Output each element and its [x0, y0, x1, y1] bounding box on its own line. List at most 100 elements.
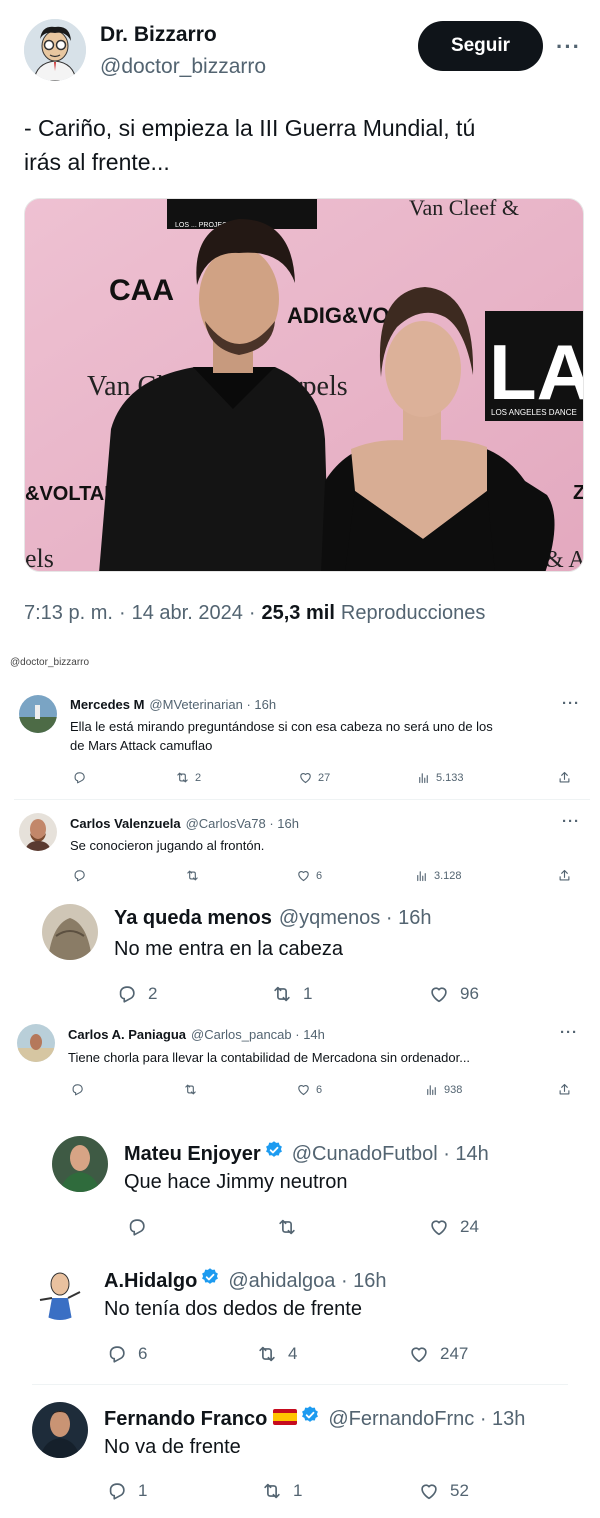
divider	[32, 1384, 568, 1385]
retweet-button[interactable]	[276, 1216, 298, 1238]
like-count: 6	[316, 1083, 323, 1096]
backdrop-lad: LAD	[489, 328, 584, 416]
reply-button[interactable]: 1	[106, 1480, 147, 1502]
reply-icon	[126, 1216, 148, 1238]
cartoon-doctor-avatar-image	[24, 19, 86, 81]
reply-text: Que hace Jimmy neutron	[124, 1171, 348, 1193]
reply-author-handle[interactable]: @MVeterinarian · 16h	[149, 697, 276, 712]
retweet-button[interactable]	[183, 1082, 198, 1097]
like-button[interactable]: 6	[296, 1082, 322, 1097]
reply-author-name[interactable]: Mercedes M	[70, 697, 144, 712]
reply-icon	[116, 983, 138, 1005]
share-button[interactable]	[557, 868, 572, 883]
reply-text: de Mars Attack camuflao	[70, 738, 213, 753]
reply-author-name[interactable]: Ya queda menos	[114, 907, 272, 930]
retweet-button[interactable]: 1	[271, 983, 312, 1005]
retweet-button[interactable]: 2	[175, 770, 201, 785]
meta-separator: ·	[248, 602, 256, 624]
reply-text: No me entra en la cabeza	[114, 938, 344, 960]
divider	[14, 799, 590, 800]
author-name[interactable]: Dr. Bizzarro	[100, 23, 217, 47]
more-options-icon[interactable]: ···	[562, 813, 580, 830]
like-count: 6	[316, 869, 323, 882]
reply-button[interactable]: 2	[116, 983, 157, 1005]
more-options-icon[interactable]: ···	[556, 34, 581, 60]
reply-author-handle[interactable]: @Carlos_pancab · 14h	[191, 1027, 325, 1042]
cartoon-avatar-image	[32, 1264, 88, 1320]
reply-author-handle[interactable]: @yqmenos · 16h	[279, 907, 432, 930]
heart-icon	[408, 1343, 430, 1365]
heart-icon	[418, 1480, 440, 1502]
like-count: 27	[318, 771, 331, 784]
retweet-button[interactable]: 4	[256, 1343, 297, 1365]
reply-text: No tenía dos dedos de frente	[104, 1298, 362, 1320]
retweet-count: 1	[303, 984, 313, 1003]
reply-avatar[interactable]	[52, 1136, 108, 1192]
author-avatar[interactable]	[24, 19, 86, 81]
heart-icon	[296, 1082, 311, 1097]
views-count: 25,3 mil	[261, 602, 335, 624]
retweet-button[interactable]	[185, 868, 200, 883]
reply-avatar[interactable]	[19, 695, 57, 733]
reply-count: 6	[138, 1344, 148, 1363]
views-count: 938	[444, 1083, 463, 1096]
reply-count: 2	[148, 984, 158, 1003]
like-button[interactable]: 6	[296, 868, 322, 883]
reply-author-handle[interactable]: @FernandoFrnc · 13h	[328, 1408, 525, 1431]
tweet-photo[interactable]: LOS ... PROJECT Van Cleef & CAA ADIG&VO …	[24, 198, 584, 572]
reply-avatar[interactable]	[32, 1264, 88, 1320]
tweet-text-line-2: irás al frente...	[24, 149, 170, 175]
reply-avatar[interactable]	[42, 904, 98, 960]
watermark-handle: @doctor_bizzarro	[10, 657, 90, 668]
reply-button[interactable]	[72, 770, 87, 785]
like-button[interactable]: 52	[418, 1480, 469, 1502]
man-portrait-avatar-image	[32, 1402, 88, 1458]
share-icon	[557, 868, 572, 883]
reply-author-name[interactable]: Fernando Franco	[104, 1408, 267, 1431]
like-button[interactable]: 24	[428, 1216, 479, 1238]
reply-button[interactable]	[126, 1216, 148, 1238]
more-options-icon[interactable]: ···	[560, 1024, 578, 1041]
retweet-icon	[261, 1480, 283, 1502]
share-button[interactable]	[557, 1082, 572, 1097]
reply-avatar[interactable]	[32, 1402, 88, 1458]
like-button[interactable]: 96	[428, 983, 479, 1005]
reply-avatar[interactable]	[17, 1024, 55, 1062]
retweet-count: 4	[288, 1344, 298, 1363]
reply-button[interactable]: 6	[106, 1343, 147, 1365]
reply-author-handle[interactable]: @CunadoFutbol · 14h	[292, 1143, 489, 1166]
tweet-date[interactable]: 14 abr. 2024	[132, 602, 243, 625]
reply-author-handle[interactable]: @ahidalgoa · 16h	[228, 1270, 386, 1293]
tweet-time[interactable]: 7:13 p. m.	[24, 602, 113, 625]
heart-icon	[428, 983, 450, 1005]
views-count: 3.128	[434, 869, 462, 882]
reply-avatar[interactable]	[19, 813, 57, 851]
reply-button[interactable]	[72, 868, 87, 883]
share-button[interactable]	[557, 770, 572, 785]
like-count: 96	[460, 984, 479, 1003]
views-button[interactable]: 3.128	[414, 868, 462, 883]
backdrop-adig: ADIG&VO	[287, 303, 390, 328]
retweet-button[interactable]: 1	[261, 1480, 302, 1502]
author-name-row: Dr. Bizzarro	[100, 23, 217, 47]
author-handle[interactable]: @doctor_bizzarro	[100, 55, 266, 79]
reply-author-name[interactable]: Carlos A. Paniagua	[68, 1027, 186, 1042]
retweet-icon	[271, 983, 293, 1005]
backdrop-z: Z	[573, 482, 584, 504]
tweet-meta: 7:13 p. m. · 14 abr. 2024 · 25,3 mil Rep…	[24, 602, 485, 625]
reply-author-handle[interactable]: @CarlosVa78 · 16h	[186, 816, 299, 831]
meta-separator: ·	[118, 602, 126, 624]
follow-button[interactable]: Seguir	[418, 21, 543, 71]
more-options-icon[interactable]: ···	[562, 695, 580, 712]
views-button[interactable]: 938	[424, 1082, 462, 1097]
reply-button[interactable]	[70, 1082, 85, 1097]
reply-icon	[106, 1343, 128, 1365]
heart-icon	[298, 770, 313, 785]
reply-author-name[interactable]: A.Hidalgo	[104, 1270, 197, 1293]
like-button[interactable]: 247	[408, 1343, 468, 1365]
reply-author-name[interactable]: Carlos Valenzuela	[70, 816, 181, 831]
views-button[interactable]: 5.133	[416, 770, 464, 785]
reply-author-name[interactable]: Mateu Enjoyer	[124, 1143, 261, 1166]
like-button[interactable]: 27	[298, 770, 330, 785]
views-label: Reproducciones	[340, 602, 486, 624]
